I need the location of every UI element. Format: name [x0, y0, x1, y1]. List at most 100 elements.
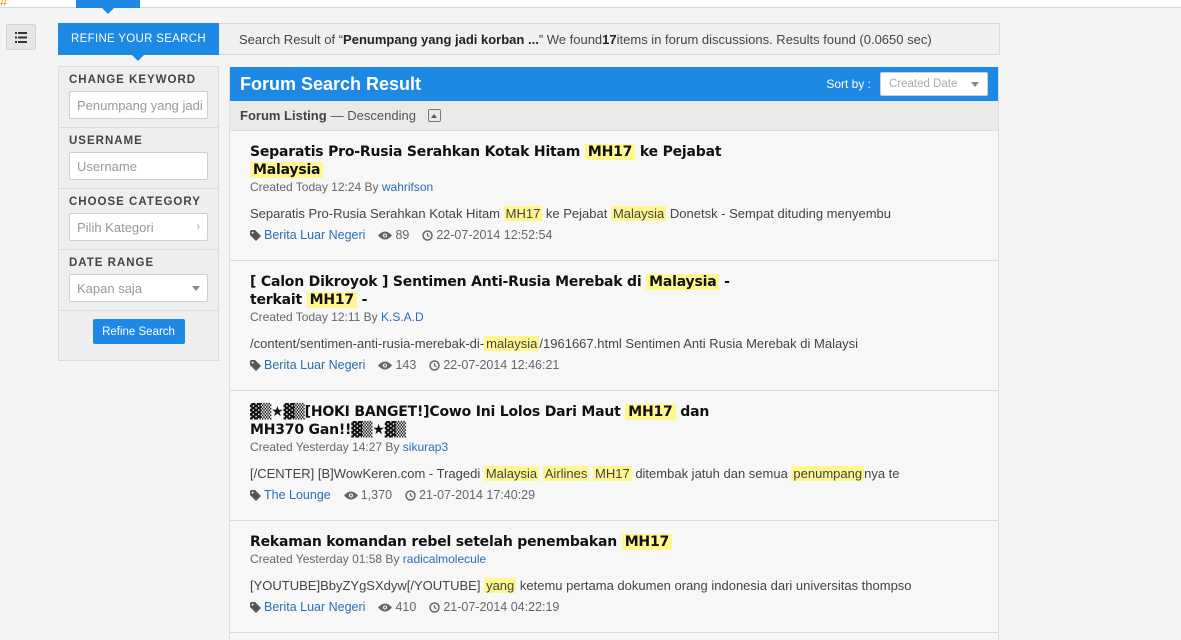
date-range-section: DATE RANGE Kapan saja [59, 250, 218, 311]
tag-icon [250, 359, 261, 371]
result-item: ▓▒★▓▒[HOKI BANGET!]Cowo Ini Lolos Dari M… [230, 391, 998, 521]
result-author-link[interactable]: sikurap3 [403, 440, 448, 454]
results-header: Forum Search Result Sort by : Created Da… [230, 67, 998, 101]
snippet-text: ditembak jatuh dan semua [631, 466, 792, 481]
top-navbar: # [0, 0, 1181, 14]
date-range-select[interactable]: Kapan saja [69, 274, 208, 302]
title-highlight: MH17 [621, 534, 673, 550]
title-text: Rekaman komandan rebel setelah penembaka… [250, 534, 622, 550]
sort-value: Created Date [889, 78, 958, 90]
result-category-label: Berita Luar Negeri [264, 600, 366, 614]
snippet-text: nya te [864, 466, 900, 481]
result-title[interactable]: Separatis Pro-Rusia Serahkan Kotak Hitam… [250, 143, 978, 179]
snippet-highlight: Airlines [542, 466, 590, 481]
clock-icon [405, 489, 416, 501]
result-stats: Berita Luar Negeri 143 22-07-2014 12:46:… [250, 358, 978, 372]
category-value: Pilih Kategori [77, 219, 154, 235]
tag-icon [250, 489, 261, 501]
results-title: Forum Search Result [240, 73, 422, 94]
result-category-label: Berita Luar Negeri [264, 228, 366, 242]
snippet-highlight: yang [484, 578, 517, 593]
snippet-text: /content/sentimen-anti-rusia-merebak-di- [250, 336, 485, 351]
collapse-toggle-icon[interactable] [427, 109, 441, 122]
title-text: dan [675, 404, 710, 420]
list-menu-button[interactable] [6, 24, 36, 50]
clock-icon [429, 601, 441, 613]
result-author-link[interactable]: radicalmolecule [403, 552, 486, 566]
listing-label: Forum Listing [240, 108, 327, 123]
summary-mid: ” We found [538, 31, 603, 47]
site-logo[interactable]: # [0, 0, 22, 8]
eye-icon [378, 231, 393, 239]
date-range-label: DATE RANGE [69, 257, 155, 269]
result-date-value: 22-07-2014 12:52:54 [436, 228, 553, 242]
refine-search-tab[interactable]: REFINE YOUR SEARCH [58, 23, 219, 61]
list-icon [15, 31, 27, 43]
snippet-text: Separatis Pro-Rusia Serahkan Kotak Hitam [250, 206, 504, 221]
summary-prefix: Search Result of “ [239, 31, 344, 47]
result-views: 410 [378, 600, 416, 614]
result-date-value: 21-07-2014 17:40:29 [419, 488, 536, 502]
result-title[interactable]: ▓▒★▓▒[HOKI BANGET!]Cowo Ini Lolos Dari M… [250, 403, 978, 439]
title-text: Separatis Pro-Rusia Serahkan Kotak Hitam [250, 144, 585, 160]
forum-search-results: Forum Search Result Sort by : Created Da… [229, 67, 999, 640]
search-result-summary: Search Result of “Penumpang yang jadi ko… [219, 23, 1000, 55]
result-author-link[interactable]: K.S.A.D [381, 310, 424, 324]
refine-search-button[interactable]: Refine Search [92, 319, 185, 344]
snippet-text: [/CENTER] [B]WowKeren.com - Tragedi [250, 466, 484, 481]
summary-count: 17 [602, 31, 617, 47]
result-author-link[interactable]: wahrifson [382, 180, 433, 194]
keyword-input[interactable]: Penumpang yang jadi korban [69, 91, 208, 119]
result-snippet: Separatis Pro-Rusia Serahkan Kotak Hitam… [250, 206, 978, 221]
caret-down-icon [971, 81, 979, 87]
category-label: CHOOSE CATEGORY [69, 196, 201, 208]
result-created: Created Today 12:24 By [250, 180, 382, 194]
result-date-value: 22-07-2014 12:46:21 [443, 358, 560, 372]
title-highlight: MH17 [306, 292, 357, 308]
result-meta: Created Yesterday 14:27 By sikurap3 [250, 440, 978, 454]
snippet-highlight: malaysia [484, 336, 540, 351]
category-section: CHOOSE CATEGORY Pilih Kategori › [59, 189, 218, 250]
title-highlight: Malaysia [250, 162, 324, 178]
listing-order: — Descending [330, 108, 416, 123]
result-stats: Berita Luar Negeri 89 22-07-2014 12:52:5… [250, 228, 978, 242]
result-views-count: 410 [395, 600, 417, 614]
result-category[interactable]: The Lounge [250, 488, 331, 502]
snippet-text: ke Pejabat [542, 206, 611, 221]
result-title[interactable]: Rekaman komandan rebel setelah penembaka… [250, 533, 978, 551]
result-views: 89 [378, 228, 409, 242]
sort-select[interactable]: Created Date [880, 72, 988, 96]
snippet-highlight: MH17 [593, 466, 632, 481]
username-input[interactable]: Username [69, 152, 208, 180]
result-stats: Berita Luar Negeri 410 21-07-2014 04:22:… [250, 600, 978, 614]
keyword-section: CHANGE KEYWORD Penumpang yang jadi korba… [59, 67, 218, 128]
active-nav-tab[interactable] [76, 0, 140, 14]
result-category[interactable]: Berita Luar Negeri [250, 358, 365, 372]
title-text: terkait [250, 292, 307, 308]
title-text: MH370 Gan!!▓▒★▓▒ [250, 422, 406, 438]
result-item: Rekaman komandan rebel setelah penembaka… [230, 521, 998, 633]
result-category[interactable]: Berita Luar Negeri [250, 600, 365, 614]
username-placeholder: Username [77, 158, 137, 174]
result-stats: The Lounge 1,370 21-07-2014 17:40:29 [250, 488, 978, 502]
title-highlight: MH17 [625, 404, 676, 420]
result-meta: Created Yesterday 01:58 By radicalmolecu… [250, 552, 978, 566]
keyword-value: Penumpang yang jadi korban [77, 97, 207, 113]
result-created: Created Yesterday 01:58 By [250, 552, 403, 566]
username-label: USERNAME [69, 135, 143, 147]
clock-icon [422, 229, 434, 241]
chevron-right-icon: › [196, 221, 200, 233]
snippet-text: Donetsk - Sempat dituding menyembu [666, 206, 891, 221]
summary-query: Penumpang yang jadi korban ... [343, 31, 539, 47]
category-select[interactable]: Pilih Kategori › [69, 213, 208, 241]
result-category[interactable]: Berita Luar Negeri [250, 228, 365, 242]
refine-sidebar: CHANGE KEYWORD Penumpang yang jadi korba… [58, 66, 219, 361]
result-snippet: /content/sentimen-anti-rusia-merebak-di-… [250, 336, 978, 351]
result-date: 21-07-2014 17:40:29 [405, 488, 535, 502]
title-text: ke Pejabat [635, 144, 722, 160]
username-section: USERNAME Username [59, 128, 218, 189]
result-title[interactable]: [ Calon Dikroyok ] Sentimen Anti-Rusia M… [250, 273, 978, 309]
result-date: 22-07-2014 12:52:54 [422, 228, 552, 242]
sort-label: Sort by : [826, 77, 871, 91]
eye-icon [343, 491, 358, 499]
